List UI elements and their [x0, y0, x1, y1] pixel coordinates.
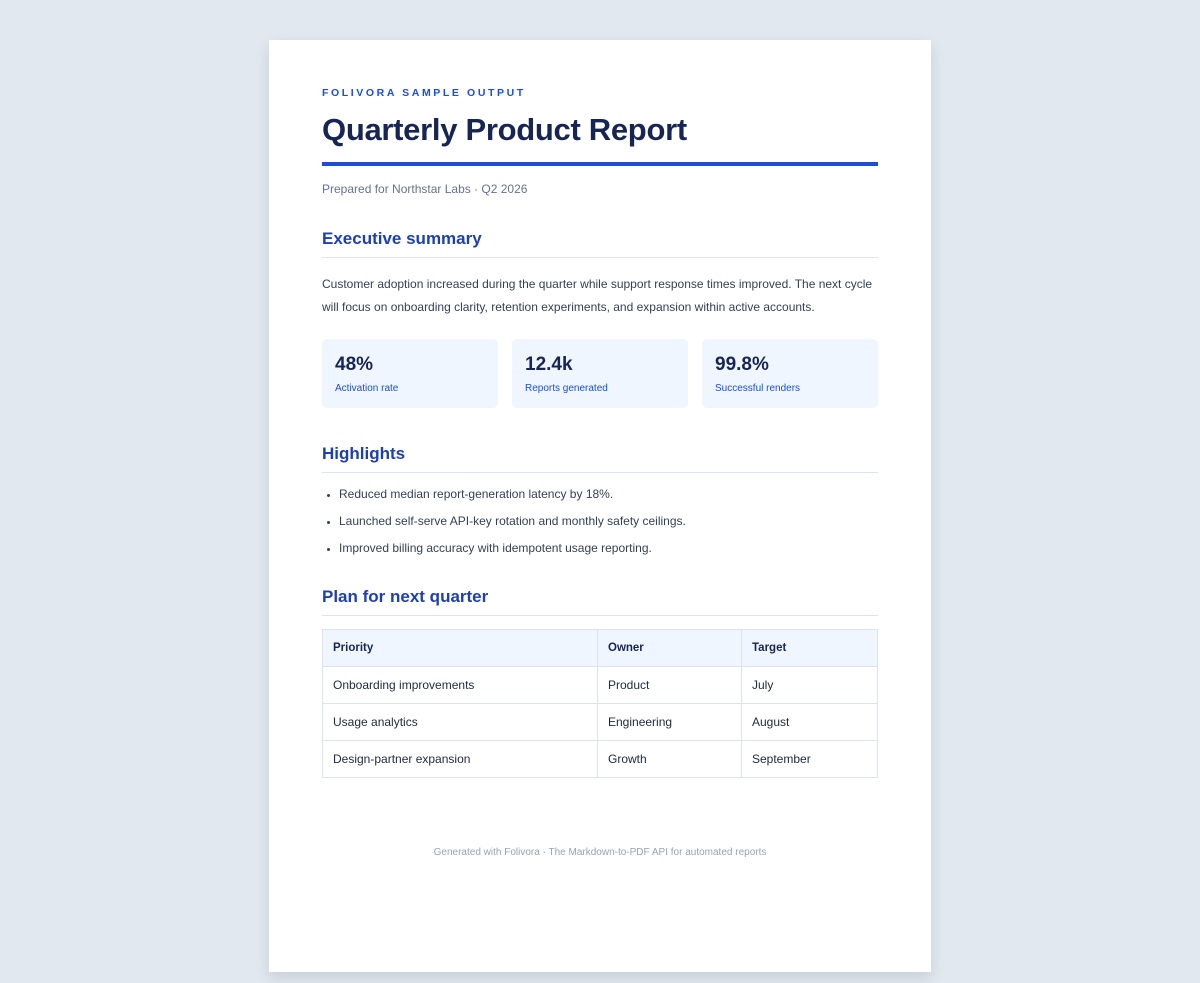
table-cell-priority: Onboarding improvements	[322, 666, 598, 704]
highlights-list: Reduced median report-generation latency…	[322, 487, 878, 555]
table-cell-priority: Usage analytics	[322, 703, 598, 741]
table-row: Design-partner expansion Growth Septembe…	[322, 740, 878, 778]
table-cell-target: September	[741, 740, 878, 778]
table-cell-target: August	[741, 703, 878, 741]
stat-label: Activation rate	[335, 383, 399, 394]
table-row: Onboarding improvements Product July	[322, 666, 878, 704]
stat-value: 12.4k	[525, 354, 573, 375]
page-footer: Generated with Folivora · The Markdown-t…	[433, 847, 767, 858]
stat-label: Reports generated	[525, 383, 608, 394]
stats-row: 48% Activation rate 12.4k Reports genera…	[322, 339, 878, 408]
column-header-owner: Owner	[597, 629, 742, 667]
executive-summary-heading: Executive summary	[322, 228, 878, 258]
highlights-section: Highlights Reduced median report-generat…	[322, 443, 878, 555]
list-item: Reduced median report-generation latency…	[339, 487, 878, 501]
plan-section: Plan for next quarter Priority Owner Tar…	[322, 586, 878, 778]
page-subtitle: Prepared for Northstar Labs · Q2 2026	[322, 182, 528, 196]
list-item: Improved billing accuracy with idempoten…	[339, 541, 878, 555]
page-title: Quarterly Product Report	[322, 112, 687, 147]
stat-label: Successful renders	[715, 383, 801, 394]
stat-card-renders: 99.8% Successful renders	[702, 339, 878, 408]
plan-table: Priority Owner Target Onboarding improve…	[322, 629, 878, 778]
stat-card-activation: 48% Activation rate	[322, 339, 498, 408]
plan-heading: Plan for next quarter	[322, 586, 878, 616]
table-cell-priority: Design-partner expansion	[322, 740, 598, 778]
executive-summary-text: Customer adoption increased during the q…	[322, 277, 873, 314]
stat-value: 48%	[335, 354, 374, 375]
column-header-target: Target	[741, 629, 878, 667]
table-cell-owner: Growth	[597, 740, 742, 778]
table-row: Usage analytics Engineering August	[322, 703, 878, 741]
column-header-priority: Priority	[322, 629, 598, 667]
executive-summary-section: Executive summary Customer adoption incr…	[322, 228, 878, 408]
eyebrow-label: FOLIVORA SAMPLE OUTPUT	[322, 87, 526, 99]
table-cell-target: July	[741, 666, 878, 704]
table-cell-owner: Product	[597, 666, 742, 704]
report-page: FOLIVORA SAMPLE OUTPUT Quarterly Product…	[269, 40, 931, 972]
title-divider	[322, 162, 878, 166]
list-item: Launched self-serve API-key rotation and…	[339, 514, 878, 528]
highlights-heading: Highlights	[322, 443, 878, 473]
table-header-row: Priority Owner Target	[322, 629, 878, 667]
stat-value: 99.8%	[715, 354, 769, 375]
table-cell-owner: Engineering	[597, 703, 742, 741]
stat-card-reports: 12.4k Reports generated	[512, 339, 688, 408]
